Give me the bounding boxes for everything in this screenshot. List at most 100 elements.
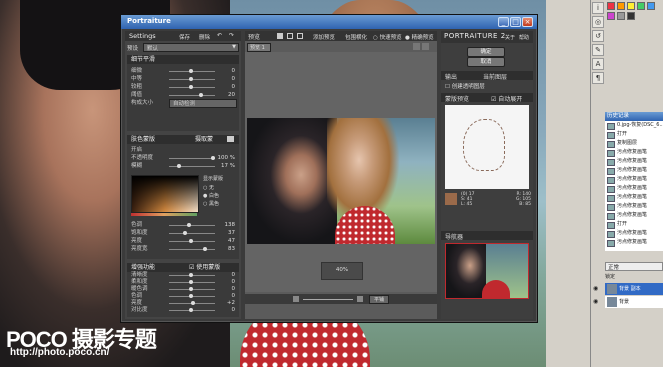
fit-button[interactable]: 平铺	[369, 295, 389, 304]
history-item[interactable]: 打开	[605, 130, 663, 139]
preview-tab-1[interactable]: 预览 1	[247, 43, 271, 52]
hsl-slider[interactable]	[169, 223, 215, 227]
auto-show-checkbox[interactable]: ☑ 自动展开	[491, 94, 522, 103]
paragraph-icon[interactable]: ¶	[592, 72, 604, 84]
zoom-out-icon[interactable]	[293, 296, 299, 302]
help-link[interactable]: 帮助	[519, 34, 529, 41]
history-item[interactable]: 污点修复画笔	[605, 193, 663, 202]
output-value[interactable]: 当前图层	[483, 72, 507, 81]
slider-knob[interactable]	[189, 308, 193, 312]
slider-knob[interactable]	[189, 273, 193, 277]
mask-option-none[interactable]: ○ 无	[203, 184, 214, 191]
navigator-thumbnail[interactable]	[445, 243, 529, 299]
preset-dropdown[interactable]: 默认 ▼	[143, 43, 239, 52]
ok-button[interactable]: 确定	[467, 47, 505, 57]
navigator-icon[interactable]: ◎	[592, 16, 604, 28]
eyedropper-icon[interactable]	[227, 136, 234, 142]
enhance-slider[interactable]	[169, 294, 215, 298]
skin-mask-header[interactable]: 肤色蒙版 摄取蒙	[127, 135, 239, 144]
split-view-icon[interactable]	[287, 33, 293, 39]
slider-knob[interactable]	[177, 164, 181, 168]
swatch[interactable]	[647, 2, 655, 10]
zoom-in-icon[interactable]	[357, 296, 363, 302]
info-icon[interactable]: i	[592, 2, 604, 14]
history-item[interactable]: 污点修复画笔	[605, 157, 663, 166]
single-view-icon[interactable]	[277, 33, 283, 39]
next-icon[interactable]	[422, 43, 429, 50]
enhance-slider[interactable]	[169, 301, 215, 305]
opacity-slider[interactable]	[169, 156, 215, 160]
fast-preview-radio[interactable]: ○ 快速预览	[373, 33, 402, 41]
hue-bar[interactable]	[131, 213, 197, 216]
history-item[interactable]: 污点修复画笔	[605, 175, 663, 184]
enhance-slider[interactable]	[169, 273, 215, 277]
delete-preset-button[interactable]: 删除	[199, 33, 210, 41]
swatch[interactable]	[617, 12, 625, 20]
swatch[interactable]	[627, 2, 635, 10]
history-item[interactable]: 打开	[605, 220, 663, 229]
quad-view-icon[interactable]	[297, 33, 303, 39]
enhance-slider[interactable]	[169, 287, 215, 291]
history-icon[interactable]: ↺	[592, 30, 604, 42]
slider-knob[interactable]	[189, 239, 193, 243]
create-layer-checkbox[interactable]: ☐ 创建透明图层	[445, 82, 485, 90]
minimize-button[interactable]: _	[498, 17, 509, 27]
slider-knob[interactable]	[183, 231, 187, 235]
maximize-button[interactable]: □	[510, 17, 521, 27]
mask-mode[interactable]: 摄取蒙	[195, 135, 213, 144]
detail-slider[interactable]	[169, 77, 215, 81]
detail-slider[interactable]	[169, 69, 215, 73]
slider-knob[interactable]	[191, 301, 195, 305]
enhancements-header[interactable]: 增强功能 ☑ 使用蒙版	[127, 263, 239, 272]
title-bar[interactable]: Portraiture _ □ ×	[121, 15, 537, 29]
history-item[interactable]: 污点修复画笔	[605, 166, 663, 175]
color-picker[interactable]	[131, 175, 199, 213]
history-item[interactable]: 复制图层	[605, 139, 663, 148]
slider-knob[interactable]	[199, 93, 203, 97]
slider-knob[interactable]	[189, 294, 193, 298]
swatch[interactable]	[637, 2, 645, 10]
hsl-slider[interactable]	[169, 231, 215, 235]
prev-icon[interactable]	[413, 43, 420, 50]
cancel-button[interactable]: 取消	[467, 57, 505, 67]
enhance-slider[interactable]	[169, 308, 215, 312]
swatch[interactable]	[607, 2, 615, 10]
swatch[interactable]	[607, 12, 615, 20]
blur-slider[interactable]	[169, 164, 215, 168]
blend-mode-select[interactable]: 正常	[605, 262, 663, 271]
detail-smoothing-header[interactable]: 细节平滑	[127, 55, 239, 64]
layer-row[interactable]: 背景	[605, 296, 663, 308]
precise-preview-radio[interactable]: ● 精确预览	[405, 33, 434, 41]
history-item[interactable]: 污点修复画笔	[605, 202, 663, 211]
mask-option-white[interactable]: ● 白色	[203, 192, 219, 199]
zoom-slider[interactable]	[303, 299, 353, 300]
add-preview-button[interactable]: 添加预览	[313, 33, 335, 41]
slider-knob[interactable]	[189, 69, 193, 73]
mask-option-black[interactable]: ○ 黑色	[203, 200, 219, 207]
slider-knob[interactable]	[203, 247, 207, 251]
detail-slider[interactable]	[169, 93, 215, 97]
eye-icon[interactable]: ◉	[593, 285, 603, 293]
hsl-slider[interactable]	[169, 239, 215, 243]
original-button[interactable]: 包围横化	[345, 33, 367, 41]
swatch[interactable]	[627, 12, 635, 20]
history-item[interactable]: 污点修复画笔	[605, 238, 663, 247]
swatch[interactable]	[617, 2, 625, 10]
close-button[interactable]: ×	[522, 17, 533, 27]
slider-knob[interactable]	[189, 77, 193, 81]
save-preset-button[interactable]: 保存	[179, 33, 190, 41]
hsl-slider[interactable]	[169, 247, 215, 251]
text-icon[interactable]: A	[592, 58, 604, 70]
enhance-slider[interactable]	[169, 280, 215, 284]
undo-icon[interactable]: ↶	[217, 32, 222, 39]
slider-knob[interactable]	[187, 223, 191, 227]
slider-knob[interactable]	[189, 287, 193, 291]
eye-icon[interactable]: ◉	[593, 298, 603, 306]
slider-knob[interactable]	[189, 85, 193, 89]
history-item[interactable]: 污点修复画笔	[605, 184, 663, 193]
slider-knob[interactable]	[189, 280, 193, 284]
history-item[interactable]: 0.jpg-恢复(DSC_6...	[605, 121, 663, 130]
use-mask-checkbox[interactable]: ☑ 使用蒙版	[189, 263, 220, 272]
history-item[interactable]: 污点修复画笔	[605, 229, 663, 238]
size-dropdown[interactable]: 自动检测	[169, 99, 237, 108]
